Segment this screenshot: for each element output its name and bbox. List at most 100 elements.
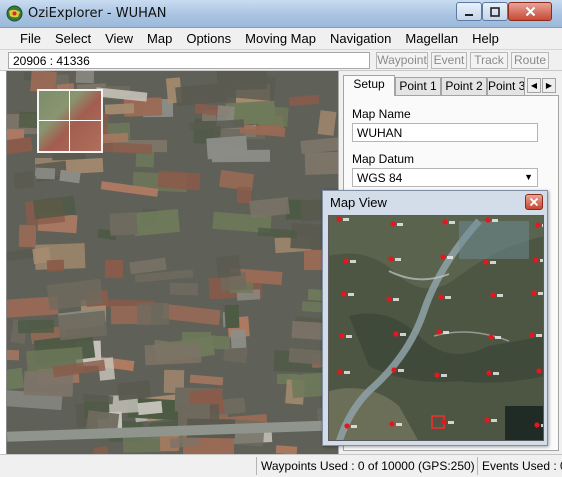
satellite-map[interactable] xyxy=(6,71,338,454)
toolbar: 20906 : 41336 Waypoint Event Track Route xyxy=(0,49,562,71)
menu-magellan[interactable]: Magellan xyxy=(405,31,458,46)
waypoint-label-mark xyxy=(397,223,403,226)
map-datum-label: Map Datum xyxy=(352,152,415,166)
waypoint-marker[interactable] xyxy=(336,216,342,222)
waypoint-marker[interactable] xyxy=(531,290,537,296)
waypoint-marker[interactable] xyxy=(434,372,440,378)
waypoint-label-mark xyxy=(398,369,404,372)
inset-crosshair-horizontal xyxy=(39,120,101,121)
title-bar[interactable]: OziExplorer - WUHAN xyxy=(0,0,562,28)
waypoint-marker[interactable] xyxy=(533,257,539,263)
waypoint-marker[interactable] xyxy=(535,222,541,228)
minimize-icon xyxy=(465,13,473,16)
minimize-button[interactable] xyxy=(456,2,482,21)
waypoint-marker[interactable] xyxy=(483,259,489,265)
tab-point-3[interactable]: Point 3 xyxy=(487,77,525,95)
tab-scroll-right-button[interactable]: ▶ xyxy=(542,78,556,93)
menu-map[interactable]: Map xyxy=(147,31,172,46)
waypoint-marker[interactable] xyxy=(534,422,540,428)
maximize-icon xyxy=(490,6,500,17)
status-cell-empty xyxy=(0,457,256,475)
waypoint-marker[interactable] xyxy=(442,219,448,225)
map-view-thumbnail[interactable] xyxy=(328,215,544,441)
close-button[interactable] xyxy=(508,2,552,21)
waypoint-marker[interactable] xyxy=(339,333,345,339)
map-building-tile xyxy=(104,259,124,279)
waypoint-marker[interactable] xyxy=(438,294,444,300)
waypoint-marker[interactable] xyxy=(386,296,392,302)
waypoint-marker[interactable] xyxy=(536,368,542,374)
arrow-right-icon: ▶ xyxy=(545,81,553,90)
map-building-tile xyxy=(94,141,153,155)
waypoint-marker[interactable] xyxy=(390,221,396,227)
menu-moving-map[interactable]: Moving Map xyxy=(245,31,316,46)
map-building-tile xyxy=(144,342,202,366)
window-title: OziExplorer - WUHAN xyxy=(28,6,167,21)
menu-options[interactable]: Options xyxy=(186,31,231,46)
waypoint-marker[interactable] xyxy=(389,421,395,427)
waypoint-marker[interactable] xyxy=(337,369,343,375)
waypoint-marker[interactable] xyxy=(529,332,535,338)
waypoint-marker[interactable] xyxy=(488,334,494,340)
tab-setup[interactable]: Setup xyxy=(343,75,395,96)
waypoint-label-mark xyxy=(490,261,496,264)
waypoint-marker[interactable] xyxy=(441,419,447,425)
map-building-tile xyxy=(226,72,276,102)
menu-select[interactable]: Select xyxy=(55,31,91,46)
menu-view[interactable]: View xyxy=(105,31,133,46)
waypoint-marker[interactable] xyxy=(440,254,446,260)
map-datum-select[interactable]: WGS 84 ▼ xyxy=(352,168,538,187)
waypoint-marker[interactable] xyxy=(393,331,399,337)
route-button[interactable]: Route xyxy=(511,52,549,69)
waypoint-label-mark xyxy=(492,219,498,222)
map-overview-inset[interactable] xyxy=(37,89,103,153)
map-view-title: Map View xyxy=(330,195,387,210)
map-building-tile xyxy=(7,248,34,263)
map-building-tile xyxy=(224,304,240,329)
waypoint-label-mark xyxy=(344,371,350,374)
waypoint-label-mark xyxy=(540,259,543,262)
map-building-tile xyxy=(288,94,320,107)
waypoint-label-mark xyxy=(393,298,399,301)
arrow-left-icon: ◀ xyxy=(530,81,538,90)
track-button[interactable]: Track xyxy=(470,52,508,69)
waypoint-marker[interactable] xyxy=(388,256,394,262)
tab-point-1[interactable]: Point 1 xyxy=(395,77,441,95)
waypoint-button[interactable]: Waypoint xyxy=(376,52,428,69)
waypoint-label-mark xyxy=(497,294,503,297)
map-building-tile xyxy=(109,212,138,236)
inset-crosshair-vertical xyxy=(69,91,70,151)
map-building-tile xyxy=(304,151,338,175)
map-building-tile xyxy=(35,167,56,180)
waypoint-marker[interactable] xyxy=(343,258,349,264)
waypoint-label-mark xyxy=(343,218,349,221)
map-building-tile xyxy=(17,319,55,334)
map-name-field[interactable]: WUHAN xyxy=(352,123,538,142)
map-building-tile xyxy=(230,329,247,349)
waypoint-label-mark xyxy=(443,331,449,334)
waypoint-marker[interactable] xyxy=(436,329,442,335)
maximize-button[interactable] xyxy=(482,2,508,21)
waypoint-label-mark xyxy=(441,374,447,377)
event-button[interactable]: Event xyxy=(431,52,467,69)
waypoint-marker[interactable] xyxy=(391,367,397,373)
waypoint-label-mark xyxy=(346,335,352,338)
waypoint-marker[interactable] xyxy=(486,370,492,376)
waypoint-marker[interactable] xyxy=(485,217,491,223)
waypoint-label-mark xyxy=(495,336,501,339)
tab-point-2[interactable]: Point 2 xyxy=(441,77,487,95)
waypoint-marker[interactable] xyxy=(490,292,496,298)
map-view-close-button[interactable] xyxy=(525,194,543,210)
map-building-tile xyxy=(7,367,25,391)
waypoint-marker[interactable] xyxy=(344,423,350,429)
events-used-status: Events Used : 0 xyxy=(477,457,562,475)
waypoint-marker[interactable] xyxy=(484,417,490,423)
tab-scroll-left-button[interactable]: ◀ xyxy=(527,78,541,93)
map-view-window[interactable]: Map View xyxy=(322,190,548,446)
waypoint-marker[interactable] xyxy=(341,291,347,297)
map-building-tile xyxy=(136,302,170,326)
menu-help[interactable]: Help xyxy=(472,31,499,46)
menu-file[interactable]: File xyxy=(20,31,41,46)
menu-navigation[interactable]: Navigation xyxy=(330,31,391,46)
cursor-coordinates: 20906 : 41336 xyxy=(8,52,370,69)
